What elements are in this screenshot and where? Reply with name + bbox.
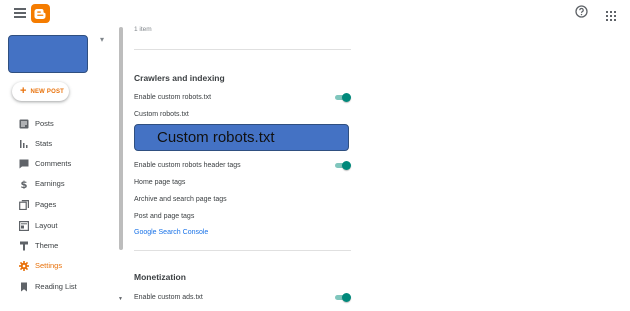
stats-icon: [20, 140, 28, 148]
sidebar-item-label: Earnings: [35, 179, 65, 188]
sidebar-item-posts[interactable]: Posts: [0, 115, 118, 133]
posts-icon: [19, 119, 29, 129]
help-circle-icon[interactable]: [575, 5, 588, 18]
settings-icon: [19, 261, 29, 271]
sidebar-item-settings[interactable]: Settings: [0, 257, 118, 275]
sidebar-item-layout[interactable]: Layout: [0, 217, 118, 235]
enable-custom-robots-toggle[interactable]: [335, 93, 351, 102]
sidebar-item-earnings[interactable]: $ Earnings: [0, 175, 118, 193]
sidebar-item-label: Layout: [35, 221, 58, 230]
section-title-monetization: Monetization: [134, 272, 186, 282]
blogger-logo-icon[interactable]: [31, 4, 50, 23]
sidebar-item-label: Reading List: [35, 282, 77, 291]
bookmark-icon: [21, 282, 27, 292]
enable-custom-ads-label[interactable]: Enable custom ads.txt: [134, 294, 203, 301]
sidebar-item-pages[interactable]: Pages: [0, 196, 118, 214]
sidebar-item-label: Stats: [35, 139, 53, 148]
enable-robots-header-tags-label[interactable]: Enable custom robots header tags: [134, 162, 241, 169]
sidebar-scrollbar[interactable]: [119, 27, 123, 250]
custom-robots-label[interactable]: Custom robots.txt: [134, 111, 189, 118]
enable-custom-ads-toggle[interactable]: [335, 293, 351, 302]
hamburger-menu-icon[interactable]: [14, 8, 26, 18]
blog-selector[interactable]: [8, 35, 88, 73]
section-title-crawlers: Crawlers and indexing: [134, 73, 225, 83]
sidebar-item-label: Comments: [35, 159, 72, 168]
earnings-icon: $: [21, 180, 28, 189]
home-page-tags-setting[interactable]: Home page tags: [134, 179, 185, 186]
sidebar-item-stats[interactable]: Stats: [0, 135, 118, 153]
sidebar-item-comments[interactable]: Comments: [0, 155, 118, 173]
google-search-console-link[interactable]: Google Search Console: [134, 229, 208, 236]
sidebar-item-label: Posts: [35, 119, 54, 128]
chevron-down-icon[interactable]: ▾: [100, 35, 104, 44]
layout-icon: [19, 221, 29, 231]
pages-icon: [19, 200, 29, 210]
sidebar-item-label: Theme: [35, 241, 59, 250]
item-count: 1 item: [134, 26, 152, 33]
archive-search-page-tags-setting[interactable]: Archive and search page tags: [134, 196, 227, 203]
sidebar-item-theme[interactable]: Theme: [0, 237, 118, 255]
enable-robots-header-tags-toggle[interactable]: [335, 161, 351, 170]
scroll-down-arrow-icon[interactable]: ▼: [118, 296, 123, 302]
sidebar-item-label: Settings: [35, 261, 63, 270]
new-post-button[interactable]: + NEW POST: [12, 82, 69, 101]
svg-text:$: $: [21, 180, 28, 189]
divider: [134, 49, 351, 50]
sidebar-item-reading-list[interactable]: Reading List: [0, 278, 118, 296]
post-page-tags-setting[interactable]: Post and page tags: [134, 213, 194, 220]
apps-grid-icon[interactable]: [606, 8, 616, 21]
enable-custom-robots-label[interactable]: Enable custom robots.txt: [134, 94, 211, 101]
sidebar-item-label: Pages: [35, 200, 57, 209]
theme-icon: [20, 241, 28, 251]
comments-icon: [19, 159, 29, 169]
custom-robots-text-box[interactable]: Custom robots.txt: [134, 124, 349, 151]
divider: [134, 250, 351, 251]
plus-icon: +: [20, 85, 27, 97]
